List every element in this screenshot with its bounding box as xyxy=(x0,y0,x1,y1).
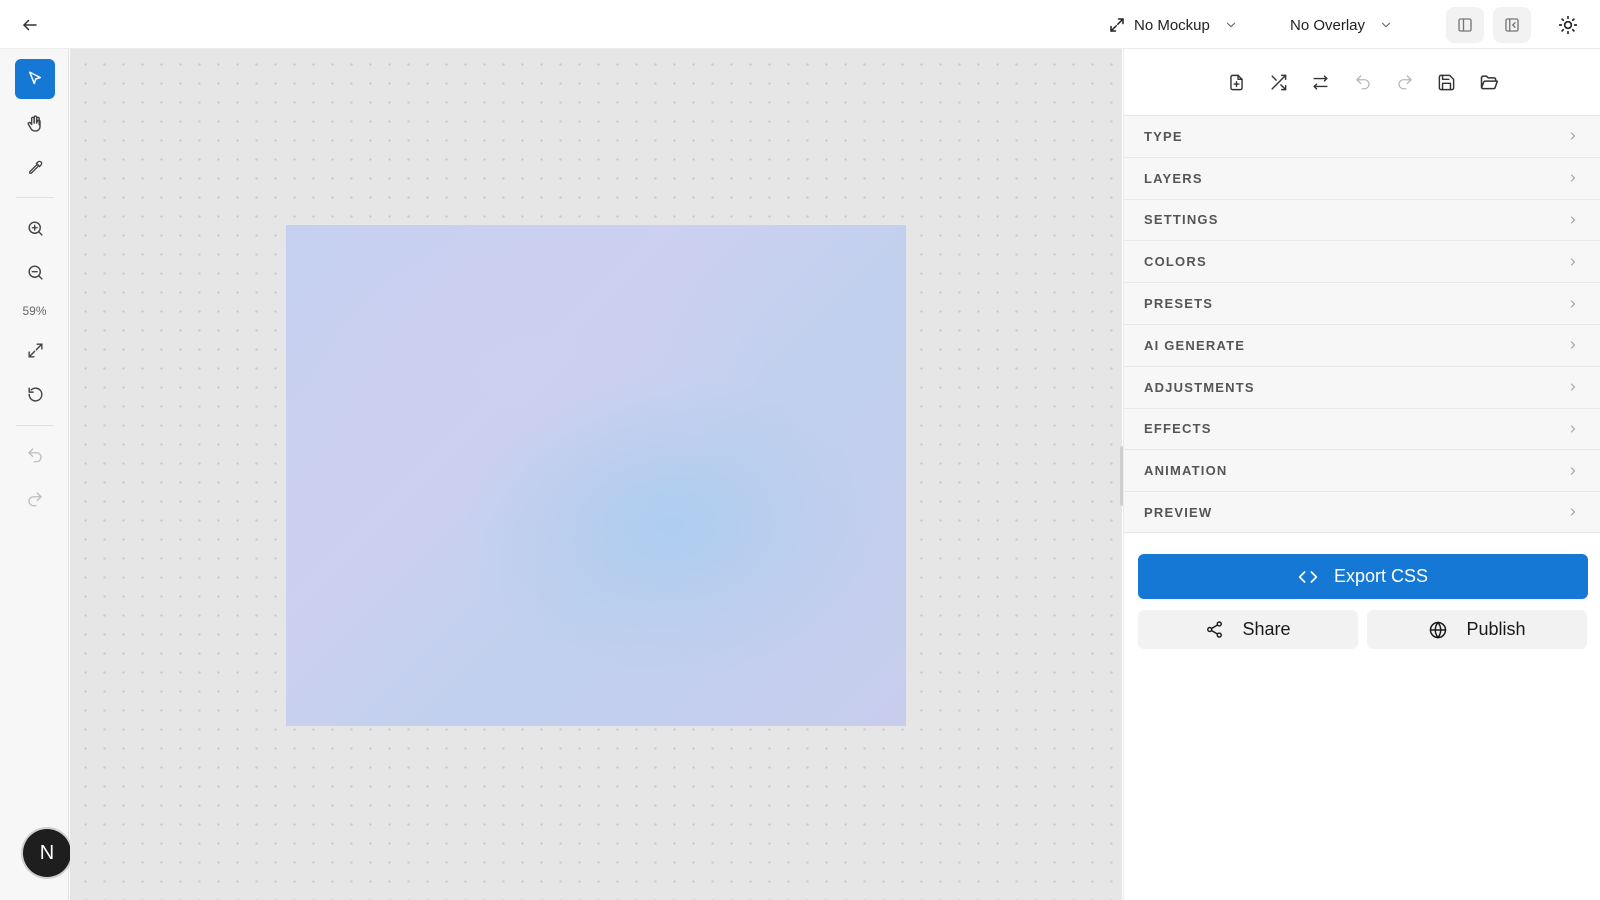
section-type[interactable]: TYPE xyxy=(1124,115,1600,157)
select-tool[interactable] xyxy=(15,59,55,99)
overlay-select-label: No Overlay xyxy=(1290,16,1366,34)
chevron-down-icon xyxy=(1224,18,1238,32)
cursor-icon xyxy=(26,70,44,88)
redo-icon xyxy=(1396,73,1414,91)
canvas[interactable] xyxy=(70,49,1122,900)
hand-tool[interactable] xyxy=(15,104,55,144)
new-file-button[interactable] xyxy=(1226,71,1248,93)
panel-toolbar xyxy=(1124,49,1600,115)
publish-button[interactable]: Publish xyxy=(1367,610,1587,649)
zoom-level: 59% xyxy=(22,304,47,318)
section-presets[interactable]: PRESETS xyxy=(1124,282,1600,324)
save-icon xyxy=(1437,73,1456,92)
undo-icon xyxy=(26,446,44,464)
share-icon xyxy=(1205,620,1224,639)
zoom-in-icon xyxy=(26,219,45,238)
swap-button[interactable] xyxy=(1310,71,1332,93)
left-toolbar: 59% xyxy=(0,49,69,900)
open-folder-icon xyxy=(1479,72,1499,92)
chevron-right-icon xyxy=(1567,298,1579,310)
fit-screen-icon xyxy=(26,341,45,360)
expand-icon xyxy=(1108,16,1126,34)
section-colors[interactable]: COLORS xyxy=(1124,240,1600,283)
undo-icon xyxy=(1354,73,1372,91)
section-animation[interactable]: ANIMATION xyxy=(1124,449,1600,492)
avatar-initial: N xyxy=(39,841,55,864)
section-label: AI GENERATE xyxy=(1144,337,1246,353)
chevron-down-icon xyxy=(1379,18,1393,32)
sun-icon xyxy=(1558,15,1578,35)
chevron-right-icon xyxy=(1567,214,1579,226)
chevron-right-icon xyxy=(1567,423,1579,435)
mockup-select-label: No Mockup xyxy=(1134,16,1210,34)
chevron-right-icon xyxy=(1567,339,1579,351)
right-panel: TYPE LAYERS SETTINGS COLORS PRESETS AI G… xyxy=(1123,49,1600,900)
section-label: PRESETS xyxy=(1144,296,1214,312)
redo-icon xyxy=(26,490,44,508)
globe-icon xyxy=(1428,620,1448,640)
section-settings[interactable]: SETTINGS xyxy=(1124,198,1600,241)
section-label: LAYERS xyxy=(1144,170,1203,186)
open-button[interactable] xyxy=(1478,71,1500,93)
theme-toggle-button[interactable] xyxy=(1556,13,1580,37)
user-avatar[interactable]: N xyxy=(23,829,71,877)
toolbar-divider xyxy=(16,197,54,198)
hand-icon xyxy=(25,114,45,134)
export-css-button[interactable]: Export CSS xyxy=(1138,554,1588,599)
share-label: Share xyxy=(1242,619,1291,639)
code-icon xyxy=(1298,567,1318,587)
share-button[interactable]: Share xyxy=(1138,610,1358,649)
eyedropper-tool[interactable] xyxy=(15,148,55,188)
undo-button[interactable] xyxy=(15,435,55,475)
section-effects[interactable]: EFFECTS xyxy=(1124,407,1600,450)
arrow-left-icon xyxy=(21,16,39,34)
panel-redo-button[interactable] xyxy=(1394,71,1416,93)
panel-undo-button[interactable] xyxy=(1352,71,1374,93)
zoom-out-icon xyxy=(26,263,45,282)
settings-sections: TYPE LAYERS SETTINGS COLORS PRESETS AI G… xyxy=(1124,115,1600,533)
reset-icon xyxy=(26,385,45,404)
section-preview[interactable]: PREVIEW xyxy=(1124,491,1600,533)
zoom-in-button[interactable] xyxy=(15,208,55,248)
export-css-label: Export CSS xyxy=(1333,566,1429,586)
overlay-select[interactable]: No Overlay xyxy=(1290,12,1393,38)
chevron-right-icon xyxy=(1567,506,1579,518)
shuffle-button[interactable] xyxy=(1268,71,1290,93)
back-button[interactable] xyxy=(18,13,42,37)
gradient-artboard[interactable] xyxy=(286,225,906,726)
section-adjustments[interactable]: ADJUSTMENTS xyxy=(1124,365,1600,408)
section-label: EFFECTS xyxy=(1144,421,1212,437)
section-label: ANIMATION xyxy=(1144,463,1228,479)
panel-collapse-icon xyxy=(1503,16,1521,34)
section-label: COLORS xyxy=(1144,254,1207,270)
reset-view-button[interactable] xyxy=(15,374,55,414)
chevron-right-icon xyxy=(1567,381,1579,393)
section-label: PREVIEW xyxy=(1144,504,1213,520)
save-button[interactable] xyxy=(1436,71,1458,93)
section-label: ADJUSTMENTS xyxy=(1144,379,1255,395)
panel-left-icon xyxy=(1456,16,1474,34)
eyedropper-icon xyxy=(26,159,44,177)
swap-icon xyxy=(1311,73,1330,92)
section-label: SETTINGS xyxy=(1144,212,1219,228)
new-file-icon xyxy=(1227,73,1246,92)
chevron-right-icon xyxy=(1567,465,1579,477)
toolbar-divider xyxy=(16,425,54,426)
fit-to-screen-button[interactable] xyxy=(15,330,55,370)
chevron-right-icon xyxy=(1567,172,1579,184)
top-bar: No Mockup No Overlay xyxy=(0,0,1600,49)
mockup-select[interactable]: No Mockup xyxy=(1108,12,1238,38)
publish-label: Publish xyxy=(1466,619,1526,639)
collapse-panel-button[interactable] xyxy=(1493,7,1531,43)
section-ai-generate[interactable]: AI GENERATE xyxy=(1124,323,1600,366)
chevron-right-icon xyxy=(1567,256,1579,268)
zoom-out-button[interactable] xyxy=(15,252,55,292)
toggle-left-panel-button[interactable] xyxy=(1446,7,1484,43)
section-layers[interactable]: LAYERS xyxy=(1124,156,1600,199)
shuffle-icon xyxy=(1269,73,1288,92)
section-label: TYPE xyxy=(1144,128,1183,144)
chevron-right-icon xyxy=(1567,130,1579,142)
redo-button[interactable] xyxy=(15,479,55,519)
